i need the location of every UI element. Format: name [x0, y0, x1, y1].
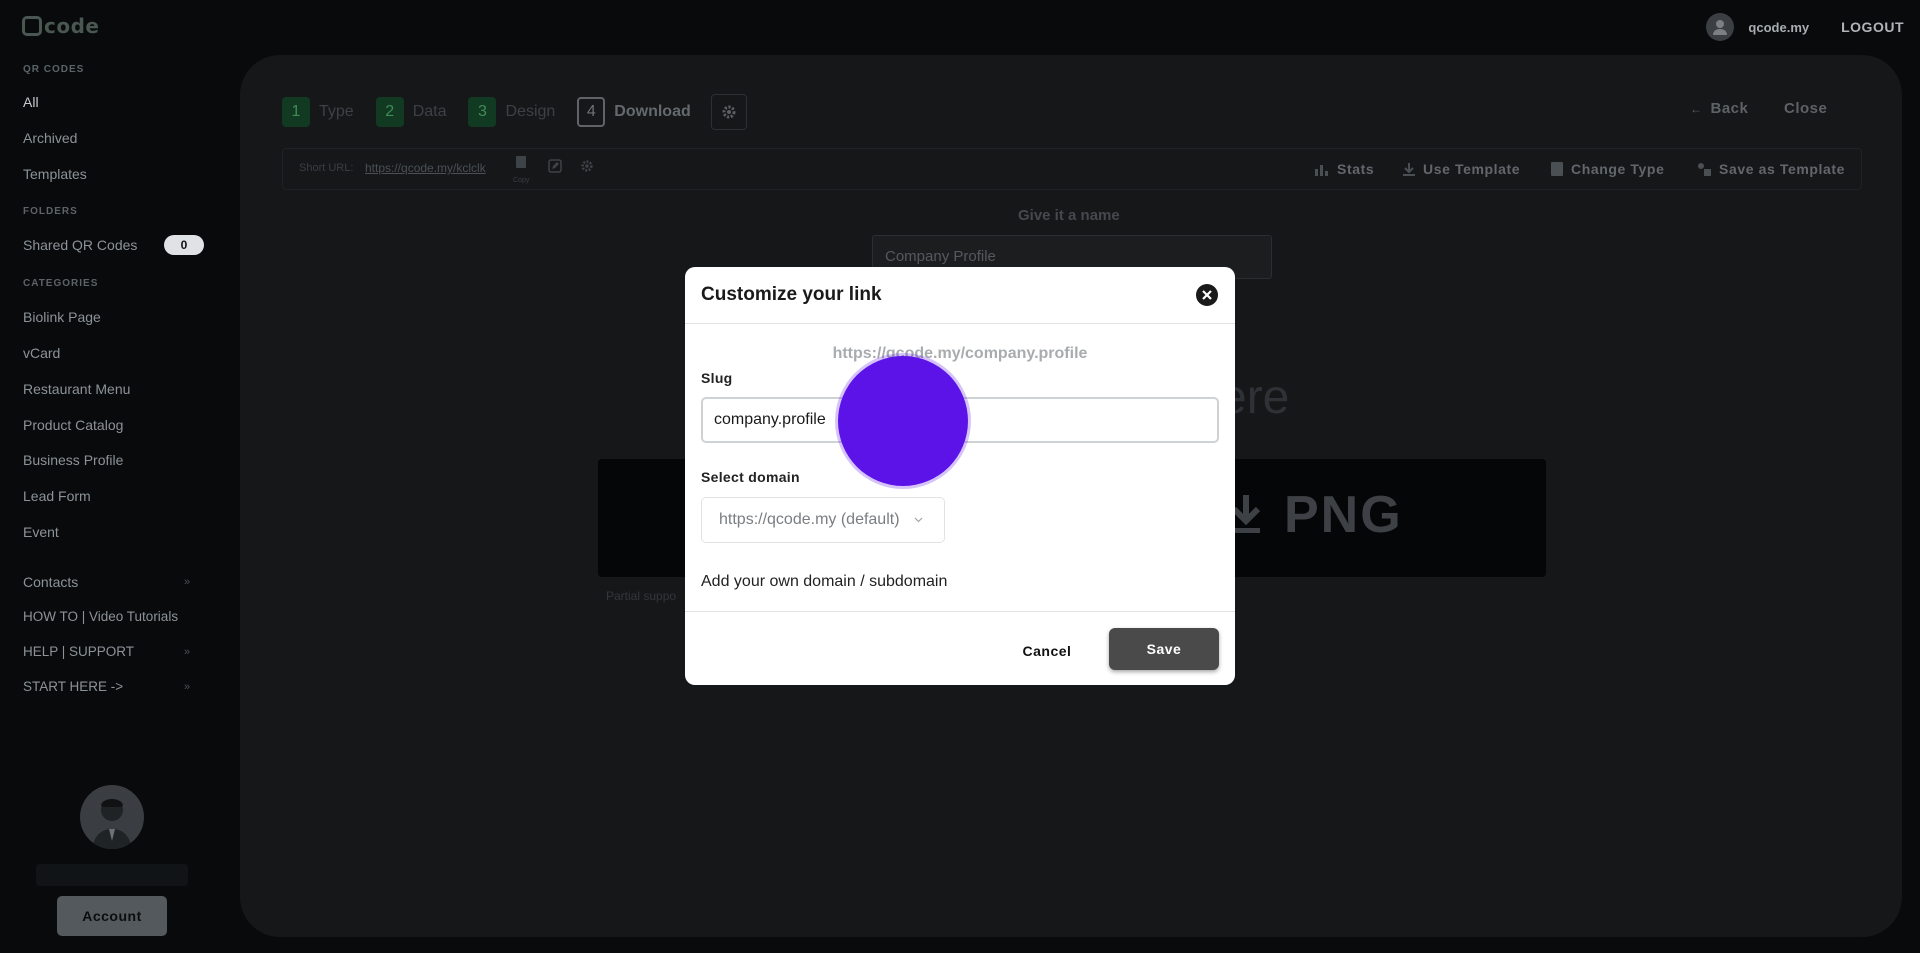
profile-strip: [36, 864, 188, 886]
chevron-right-icon: »: [184, 681, 191, 693]
step-label: Data: [412, 103, 447, 120]
user-avatar[interactable]: [1706, 13, 1735, 41]
modal-divider: [685, 611, 1235, 612]
sidebar-item-archived[interactable]: Archived: [23, 130, 77, 146]
edit-slug-button[interactable]: [548, 159, 562, 178]
sidebar-item-contacts[interactable]: Contacts: [23, 574, 78, 590]
modal-close-button[interactable]: [1196, 284, 1218, 306]
step-number: 3: [468, 97, 497, 127]
download-png-label-group: PNG: [1230, 485, 1403, 545]
use-template-button[interactable]: Use Template: [1403, 161, 1520, 177]
sidebar-item-video-tutorials[interactable]: HOW TO | Video Tutorials: [23, 609, 178, 624]
copy-button[interactable]: Copy: [513, 155, 529, 187]
link-settings-button[interactable]: [580, 159, 594, 178]
domain-select-value: https://qcode.my (default): [719, 511, 900, 528]
gear-icon: [581, 160, 593, 172]
short-url-label: Short URL:: [299, 162, 354, 174]
change-type-label: Change Type: [1571, 161, 1665, 177]
step-type[interactable]: 1 Type: [282, 97, 354, 127]
back-label: Back: [1710, 100, 1749, 117]
close-link[interactable]: Close: [1784, 100, 1827, 117]
sidebar-item-start-here[interactable]: START HERE ->: [23, 679, 123, 694]
app-logo[interactable]: code: [22, 14, 99, 38]
edit-icon: [548, 159, 562, 173]
slug-label: Slug: [701, 370, 733, 386]
logout-link[interactable]: LOGOUT: [1841, 19, 1904, 35]
person-icon: [1713, 20, 1728, 35]
wizard-steps: 1 Type 2 Data 3 Design 4 Download: [282, 94, 747, 130]
chevron-right-icon: »: [184, 576, 191, 588]
sidebar-item-business-profile[interactable]: Business Profile: [23, 452, 123, 468]
back-link[interactable]: ← Back: [1690, 100, 1748, 117]
partial-support-note: Partial suppo: [606, 589, 677, 603]
account-button[interactable]: Account: [57, 896, 167, 936]
short-url-link[interactable]: https://qcode.my/kclclk: [365, 161, 486, 175]
logo-mark-icon: [22, 16, 42, 36]
sidebar-item-lead-form[interactable]: Lead Form: [23, 488, 91, 504]
shared-count-badge: 0: [164, 235, 204, 255]
gear-icon: [722, 105, 736, 119]
sidebar-item-biolink-page[interactable]: Biolink Page: [23, 309, 101, 325]
download-format-label: PNG: [1284, 486, 1403, 544]
settings-button[interactable]: [710, 94, 747, 130]
step-number: 1: [282, 97, 310, 127]
link-preview-url: https://qcode.my/company.profile: [832, 345, 1088, 362]
copy-icon: [516, 156, 527, 168]
sidebar-item-restaurant-menu[interactable]: Restaurant Menu: [23, 381, 130, 397]
document-icon: [1551, 162, 1563, 176]
qr-toolbar: Short URL: https://qcode.my/kclclk Copy …: [282, 148, 1862, 190]
add-domain-link[interactable]: Add your own domain / subdomain: [701, 573, 947, 591]
sidebar-item-event[interactable]: Event: [23, 524, 59, 540]
step-data[interactable]: 2 Data: [375, 97, 447, 127]
user-name[interactable]: qcode.my: [1748, 20, 1809, 35]
save-button[interactable]: Save: [1109, 628, 1219, 670]
profile-avatar[interactable]: [80, 785, 144, 849]
sidebar-item-all[interactable]: All: [23, 94, 39, 110]
domain-select[interactable]: https://qcode.my (default): [701, 497, 945, 543]
section-title-qr-codes: QR CODES: [23, 64, 85, 75]
sidebar-item-shared-qr-codes[interactable]: Shared QR Codes: [23, 237, 137, 253]
section-title-folders: FOLDERS: [23, 206, 78, 217]
bar-chart-icon: [1315, 164, 1328, 176]
user-menu: qcode.my LOGOUT: [1706, 13, 1904, 41]
step-label: Download: [614, 103, 691, 120]
cancel-button[interactable]: Cancel: [997, 630, 1097, 672]
change-type-button[interactable]: Change Type: [1551, 161, 1664, 177]
close-icon: [1202, 290, 1212, 300]
modal-divider: [685, 323, 1235, 324]
person-icon: [92, 799, 132, 849]
sidebar-item-vcard[interactable]: vCard: [23, 345, 60, 361]
section-title-categories: CATEGORIES: [23, 278, 99, 289]
step-number: 2: [375, 97, 404, 127]
domain-label: Select domain: [701, 469, 800, 485]
sidebar-item-product-catalog[interactable]: Product Catalog: [23, 417, 123, 433]
customize-link-modal: Customize your link https://qcode.my/com…: [685, 267, 1235, 685]
logo-text: code: [44, 14, 100, 38]
step-label: Design: [505, 103, 556, 120]
stats-label: Stats: [1337, 161, 1375, 177]
copy-label: Copy: [513, 177, 530, 184]
save-as-template-button[interactable]: Save as Template: [1697, 161, 1845, 177]
click-indicator: [838, 356, 968, 486]
step-design[interactable]: 3 Design: [468, 97, 555, 127]
step-label: Type: [319, 103, 354, 120]
step-number: 4: [577, 97, 606, 127]
sidebar-item-help-support[interactable]: HELP | SUPPORT: [23, 644, 134, 659]
chevron-down-icon: [914, 517, 922, 523]
modal-title: Customize your link: [701, 284, 882, 305]
chevron-right-icon: »: [184, 646, 191, 658]
arrow-left-icon: ←: [1690, 102, 1703, 116]
use-template-label: Use Template: [1423, 161, 1521, 177]
download-icon: [1403, 162, 1415, 176]
stats-button[interactable]: Stats: [1315, 161, 1374, 177]
save-as-template-label: Save as Template: [1719, 161, 1846, 177]
sidebar-item-templates[interactable]: Templates: [23, 166, 87, 182]
template-icon: [1698, 163, 1711, 176]
step-download[interactable]: 4 Download: [577, 97, 691, 127]
name-field-label: Give it a name: [1018, 207, 1120, 224]
